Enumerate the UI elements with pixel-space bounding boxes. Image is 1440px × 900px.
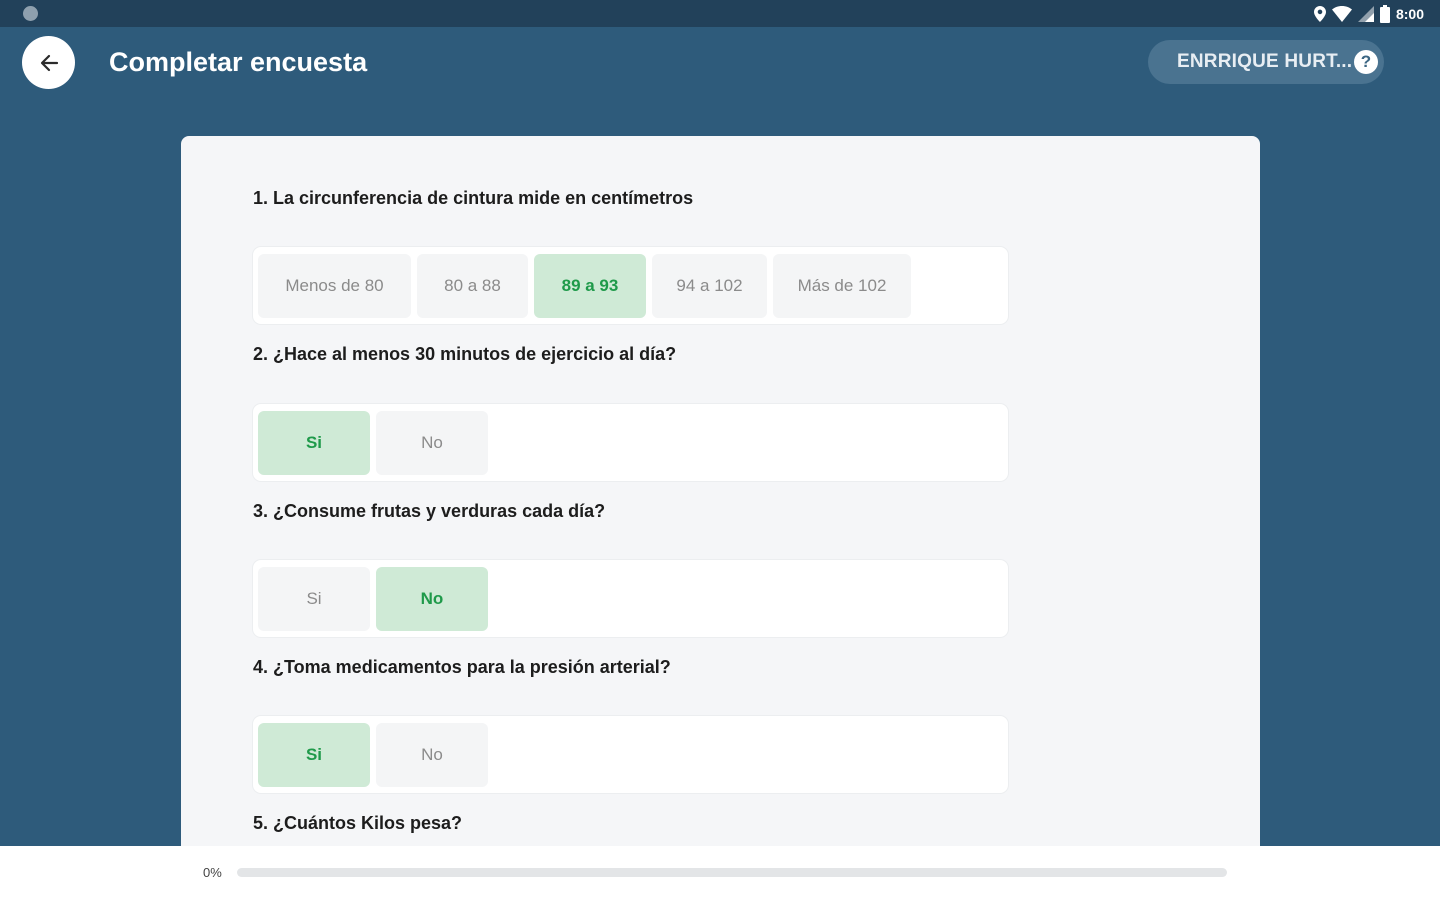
- option-si[interactable]: Si: [258, 722, 370, 787]
- question-2-label: 2. ¿Hace al menos 30 minutos de ejercici…: [253, 344, 677, 364]
- location-icon: [1313, 6, 1326, 22]
- question-5-label: 5. ¿Cuántos Kilos pesa?: [253, 813, 463, 833]
- question-3-label: 3. ¿Consume frutas y verduras cada día?: [253, 501, 606, 521]
- progress-track: [237, 868, 1227, 877]
- question-4-label: 4. ¿Toma medicamentos para la presión ar…: [253, 657, 671, 677]
- option-89-a-93[interactable]: 89 a 93: [534, 253, 646, 318]
- survey-card: 1. La circunferencia de cintura mide en …: [181, 136, 1260, 876]
- progress-label: 0%: [203, 865, 222, 880]
- option-94-a-102[interactable]: 94 a 102: [652, 253, 767, 318]
- help-icon[interactable]: ?: [1354, 50, 1378, 74]
- status-bar: 8:00: [0, 0, 1440, 27]
- option-no[interactable]: No: [376, 566, 488, 631]
- app-header: Completar encuesta ENRRIQUE HURT... ?: [0, 27, 1440, 102]
- status-icons: 8:00: [1313, 4, 1424, 24]
- wifi-icon: [1331, 6, 1352, 22]
- signal-icon: [1357, 6, 1374, 22]
- option-mas-de-102[interactable]: Más de 102: [773, 253, 911, 318]
- battery-icon: [1379, 5, 1390, 23]
- option-no[interactable]: No: [376, 410, 488, 475]
- question-2-options: Si No: [253, 404, 1008, 481]
- user-name: ENRRIQUE HURT...: [1177, 51, 1353, 72]
- option-no[interactable]: No: [376, 722, 488, 787]
- page-title: Completar encuesta: [109, 47, 368, 77]
- question-4-options: Si No: [253, 716, 1008, 793]
- option-si[interactable]: Si: [258, 566, 370, 631]
- notification-dot-icon: [23, 6, 38, 21]
- option-si[interactable]: Si: [258, 410, 370, 475]
- question-3-options: Si No: [253, 560, 1008, 637]
- arrow-left-icon: [40, 54, 58, 71]
- progress-bar-container: 0%: [0, 846, 1440, 900]
- option-80-a-88[interactable]: 80 a 88: [417, 253, 528, 318]
- question-1-options: Menos de 80 80 a 88 89 a 93 94 a 102 Más…: [253, 247, 1008, 324]
- back-button[interactable]: [22, 36, 75, 89]
- option-menos-de-80[interactable]: Menos de 80: [258, 253, 411, 318]
- user-menu-chip[interactable]: ENRRIQUE HURT... ?: [1148, 40, 1384, 84]
- question-1-label: 1. La circunferencia de cintura mide en …: [253, 188, 694, 208]
- status-time: 8:00: [1395, 6, 1424, 22]
